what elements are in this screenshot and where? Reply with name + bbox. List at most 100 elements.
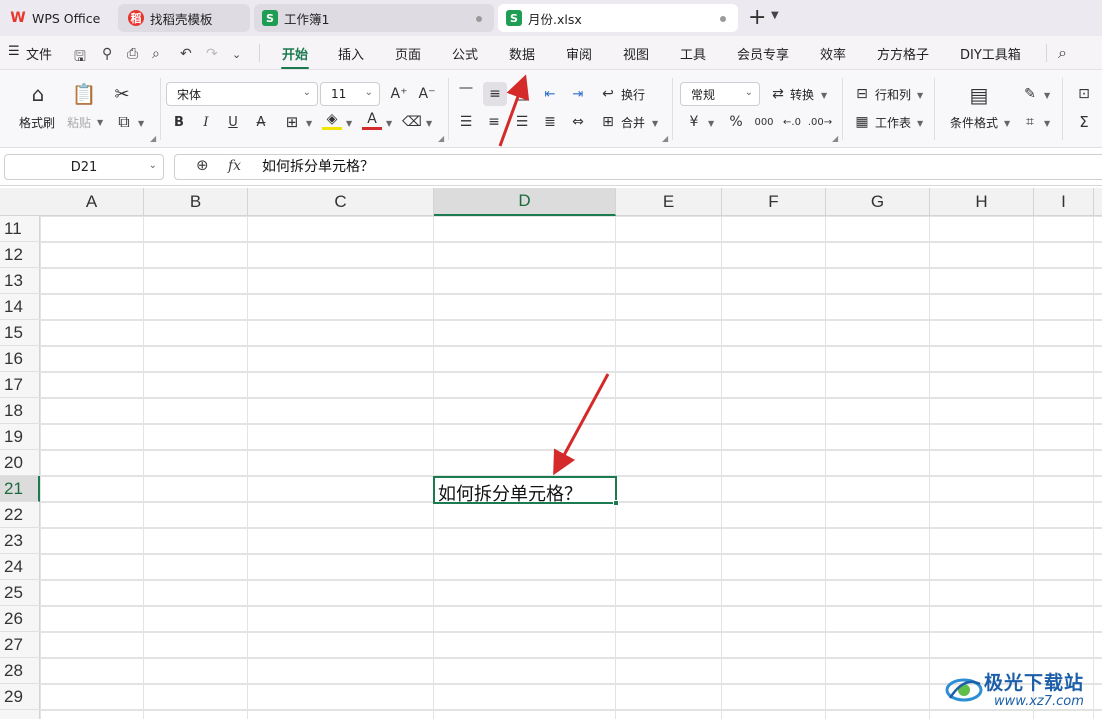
align-center-icon[interactable]: ≡ bbox=[484, 112, 504, 132]
format-painter-icon[interactable]: ⌂ bbox=[26, 82, 50, 106]
distributed-icon[interactable]: ⇔ bbox=[568, 112, 588, 132]
convert-icon[interactable]: ⇄ bbox=[768, 84, 788, 104]
chevron-down-icon[interactable]: ▼ bbox=[1044, 91, 1050, 100]
row-col-icon[interactable]: ⊟ bbox=[852, 84, 872, 104]
chevron-down-icon[interactable]: ▼ bbox=[771, 10, 779, 21]
row-header-25[interactable]: 25 bbox=[0, 580, 40, 606]
row-header-20[interactable]: 20 bbox=[0, 450, 40, 476]
expand-group-icon[interactable]: ◢ bbox=[438, 134, 444, 143]
row-header-29[interactable]: 29 bbox=[0, 684, 40, 710]
font-color-icon[interactable]: A bbox=[362, 110, 382, 130]
row-header-13[interactable]: 13 bbox=[0, 268, 40, 294]
row-header-17[interactable]: 17 bbox=[0, 372, 40, 398]
tab-workbook1[interactable]: S 工作簿1 bbox=[254, 4, 494, 32]
fill-handle[interactable] bbox=[613, 500, 619, 506]
row-col-label[interactable]: 行和列 bbox=[875, 86, 911, 103]
chevron-down-icon[interactable]: ▼ bbox=[708, 119, 714, 128]
row-header-24[interactable]: 24 bbox=[0, 554, 40, 580]
column-header-i[interactable]: I bbox=[1034, 188, 1094, 216]
chevron-down-icon[interactable]: ▼ bbox=[652, 119, 658, 128]
crop-icon[interactable]: ⌗ bbox=[1020, 112, 1040, 132]
chevron-down-icon[interactable]: ▼ bbox=[821, 91, 827, 100]
justify-icon[interactable]: ≣ bbox=[540, 112, 560, 132]
new-tab-button[interactable]: + bbox=[748, 5, 766, 30]
copy-icon[interactable]: ⧉ bbox=[112, 110, 136, 134]
row-header-18[interactable]: 18 bbox=[0, 398, 40, 424]
menu-file[interactable]: 文件 bbox=[26, 44, 52, 63]
fx-icon[interactable]: fx bbox=[228, 158, 241, 174]
paste-icon[interactable]: 📋 bbox=[72, 82, 97, 106]
row-header-16[interactable]: 16 bbox=[0, 346, 40, 372]
menu-tab-formula[interactable]: 公式 bbox=[452, 44, 478, 63]
column-header-d[interactable]: D bbox=[434, 188, 616, 216]
column-header-g[interactable]: G bbox=[826, 188, 930, 216]
fill-icon[interactable]: ⊡ bbox=[1074, 84, 1094, 104]
menu-tab-efficiency[interactable]: 效率 bbox=[820, 44, 846, 63]
row-header-23[interactable]: 23 bbox=[0, 528, 40, 554]
currency-icon[interactable]: ¥ bbox=[684, 112, 704, 132]
cut-icon[interactable]: ✂ bbox=[110, 82, 134, 106]
column-header-a[interactable]: A bbox=[40, 188, 144, 216]
row-header-26[interactable]: 26 bbox=[0, 606, 40, 632]
indent-decrease-icon[interactable]: ⇤ bbox=[540, 84, 560, 104]
chevron-down-icon[interactable]: ▼ bbox=[1044, 119, 1050, 128]
tab-month-xlsx[interactable]: S 月份.xlsx bbox=[498, 4, 738, 32]
print-icon[interactable]: ⎙ bbox=[127, 46, 138, 62]
chevron-down-icon[interactable]: ▼ bbox=[1004, 119, 1010, 128]
column-header-b[interactable]: B bbox=[144, 188, 248, 216]
menu-tab-diy[interactable]: DIY工具箱 bbox=[960, 44, 1021, 63]
fill-color-icon[interactable]: ◈ bbox=[322, 110, 342, 130]
row-header-28[interactable]: 28 bbox=[0, 658, 40, 684]
column-header-f[interactable]: F bbox=[722, 188, 826, 216]
row-header-21[interactable]: 21 bbox=[0, 476, 40, 502]
worksheet-label[interactable]: 工作表 bbox=[875, 114, 911, 131]
chevron-down-icon[interactable]: ⌄ bbox=[232, 48, 241, 61]
tab-docer-templates[interactable]: 稻 找稻壳模板 bbox=[118, 4, 250, 32]
search-icon[interactable]: ⌕ bbox=[1058, 43, 1067, 63]
worksheet-icon[interactable]: ▦ bbox=[852, 112, 872, 132]
chevron-down-icon[interactable]: ▼ bbox=[97, 118, 103, 127]
align-left-icon[interactable]: ☰ bbox=[456, 112, 476, 132]
cell-grid[interactable] bbox=[40, 216, 1102, 719]
strikethrough-icon[interactable]: A bbox=[252, 112, 270, 132]
chevron-down-icon[interactable]: ▼ bbox=[346, 119, 352, 128]
menu-tab-home[interactable]: 开始 bbox=[282, 44, 308, 63]
undo-icon[interactable]: ↶ bbox=[180, 46, 192, 62]
menu-tab-tools[interactable]: 工具 bbox=[680, 44, 706, 63]
menu-tab-fangfang[interactable]: 方方格子 bbox=[877, 44, 929, 63]
align-bottom-icon[interactable]: ⎽ bbox=[512, 84, 532, 104]
percent-icon[interactable]: % bbox=[726, 112, 746, 132]
chevron-down-icon[interactable]: ▼ bbox=[306, 119, 312, 128]
clear-format-icon[interactable]: ⌫ bbox=[402, 112, 422, 132]
increase-decimal-icon[interactable]: ←.0 bbox=[780, 112, 804, 132]
align-right-icon[interactable]: ☰ bbox=[512, 112, 532, 132]
row-header-12[interactable]: 12 bbox=[0, 242, 40, 268]
wrap-text-icon[interactable]: ↩ bbox=[598, 84, 618, 104]
expand-group-icon[interactable]: ◢ bbox=[150, 134, 156, 143]
tab-wps-office[interactable]: W WPS Office bbox=[4, 4, 112, 32]
column-header-c[interactable]: C bbox=[248, 188, 434, 216]
chevron-down-icon[interactable]: ▼ bbox=[138, 119, 144, 128]
zoom-icon[interactable]: ⊕ bbox=[196, 156, 209, 174]
column-header-e[interactable]: E bbox=[616, 188, 722, 216]
menu-tab-review[interactable]: 审阅 bbox=[566, 44, 592, 63]
menu-tab-data[interactable]: 数据 bbox=[509, 44, 535, 63]
borders-icon[interactable]: ⊞ bbox=[282, 112, 302, 132]
expand-group-icon[interactable]: ◢ bbox=[662, 134, 668, 143]
decrease-font-icon[interactable]: A⁻ bbox=[416, 84, 438, 104]
menu-tab-member[interactable]: 会员专享 bbox=[737, 44, 789, 63]
row-header-11[interactable]: 11 bbox=[0, 216, 40, 242]
font-name-select[interactable]: 宋体 ⌄ bbox=[166, 82, 318, 106]
save-icon[interactable]: 🖫 bbox=[74, 46, 86, 70]
decrease-decimal-icon[interactable]: .00→ bbox=[808, 112, 832, 132]
conditional-format-label[interactable]: 条件格式 bbox=[950, 114, 998, 131]
underline-icon[interactable]: U bbox=[224, 112, 242, 132]
cell-style-icon[interactable]: ✎ bbox=[1020, 84, 1040, 104]
align-middle-icon[interactable]: ≡ bbox=[483, 82, 507, 106]
column-header-h[interactable]: H bbox=[930, 188, 1034, 216]
row-header-14[interactable]: 14 bbox=[0, 294, 40, 320]
indent-increase-icon[interactable]: ⇥ bbox=[568, 84, 588, 104]
pin-icon[interactable]: ⚲ bbox=[102, 46, 112, 62]
paste-label[interactable]: 粘贴 bbox=[67, 114, 91, 131]
sum-icon[interactable]: Σ bbox=[1074, 112, 1094, 132]
